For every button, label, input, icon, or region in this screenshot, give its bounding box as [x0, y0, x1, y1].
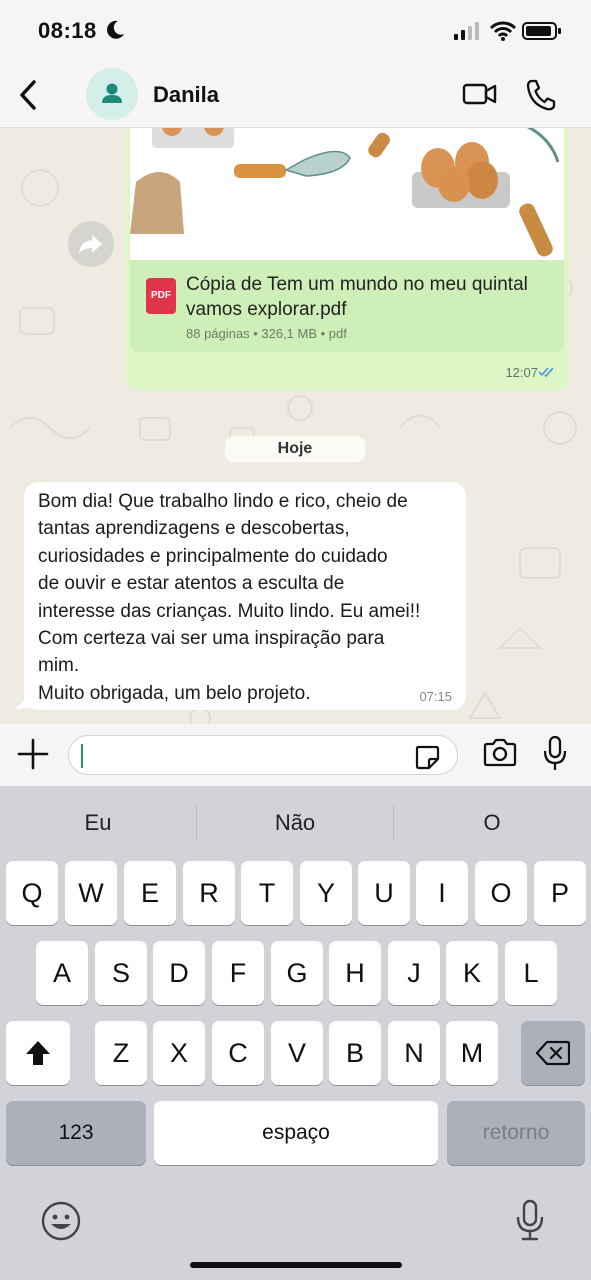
- key-a[interactable]: A: [36, 941, 88, 1005]
- sticker-icon[interactable]: [413, 743, 441, 771]
- person-icon: [102, 83, 122, 103]
- suggestion-2[interactable]: Não: [197, 810, 393, 836]
- key-q[interactable]: Q: [6, 861, 58, 925]
- backspace-key[interactable]: [521, 1021, 585, 1085]
- document-attachment[interactable]: PDF Cópia de Tem um mundo no meu quintal…: [130, 260, 564, 352]
- key-p[interactable]: P: [534, 861, 586, 925]
- status-time: 08:18: [38, 18, 97, 43]
- shift-arrow-icon: [26, 1041, 50, 1065]
- chat-area[interactable]: PDF Cópia de Tem um mundo no meu quintal…: [0, 128, 591, 736]
- key-b[interactable]: B: [329, 1021, 381, 1085]
- key-h[interactable]: H: [329, 941, 381, 1005]
- document-preview-image[interactable]: [130, 128, 564, 260]
- forward-arrow-icon: [79, 235, 102, 254]
- key-t[interactable]: T: [241, 861, 293, 925]
- date-separator: Hoje: [225, 436, 365, 462]
- key-i[interactable]: I: [416, 861, 468, 925]
- moon-icon: [107, 20, 124, 39]
- message-input[interactable]: [68, 735, 458, 775]
- key-f[interactable]: F: [212, 941, 264, 1005]
- microphone-icon[interactable]: [542, 735, 568, 773]
- key-s[interactable]: S: [95, 941, 147, 1005]
- backspace-icon: [535, 1040, 571, 1066]
- key-g[interactable]: G: [271, 941, 323, 1005]
- key-u[interactable]: U: [358, 861, 410, 925]
- key-w[interactable]: W: [65, 861, 117, 925]
- document-file-meta: 88 páginas • 326,1 MB • pdf: [186, 326, 347, 341]
- shift-key[interactable]: [6, 1021, 70, 1085]
- key-n[interactable]: N: [388, 1021, 440, 1085]
- contact-name[interactable]: Danila: [153, 82, 219, 108]
- avatar[interactable]: [86, 68, 138, 120]
- key-v[interactable]: V: [271, 1021, 323, 1085]
- voice-call-icon[interactable]: [525, 78, 557, 112]
- key-z[interactable]: Z: [95, 1021, 147, 1085]
- back-chevron-icon[interactable]: [14, 78, 44, 112]
- battery-icon: [522, 22, 561, 40]
- key-j[interactable]: J: [388, 941, 440, 1005]
- document-file-name: Cópia de Tem um mundo no meu quintal vam…: [186, 274, 528, 320]
- incoming-message[interactable]: Bom dia! Que trabalho lindo e rico, chei…: [24, 482, 466, 710]
- chat-header: Danila: [0, 62, 591, 128]
- numbers-key[interactable]: 123: [6, 1101, 146, 1165]
- key-k[interactable]: K: [446, 941, 498, 1005]
- key-x[interactable]: X: [153, 1021, 205, 1085]
- pdf-file-icon: PDF: [146, 278, 176, 314]
- outgoing-document-message[interactable]: PDF Cópia de Tem um mundo no meu quintal…: [126, 128, 568, 390]
- plus-icon[interactable]: [16, 737, 50, 771]
- suggestion-1[interactable]: Eu: [0, 810, 196, 836]
- text-cursor: [81, 744, 83, 768]
- return-key[interactable]: retorno: [447, 1101, 585, 1165]
- key-e[interactable]: E: [124, 861, 176, 925]
- key-c[interactable]: C: [212, 1021, 264, 1085]
- key-l[interactable]: L: [505, 941, 557, 1005]
- key-o[interactable]: O: [475, 861, 527, 925]
- space-key[interactable]: espaço: [154, 1101, 438, 1165]
- home-indicator: [190, 1262, 402, 1268]
- baking-illustration: [130, 128, 560, 257]
- read-receipt-icon: [538, 367, 554, 378]
- wifi-icon: [490, 21, 516, 41]
- key-y[interactable]: Y: [300, 861, 352, 925]
- composer-bar: [0, 724, 591, 786]
- outgoing-message-time: 12:07: [505, 365, 538, 380]
- key-m[interactable]: M: [446, 1021, 498, 1085]
- forward-button[interactable]: [68, 221, 114, 267]
- status-bar: 08:18: [0, 0, 591, 62]
- incoming-message-time: 07:15: [419, 689, 452, 704]
- camera-icon[interactable]: [482, 738, 518, 768]
- video-call-icon[interactable]: [462, 80, 498, 108]
- dictation-microphone-icon[interactable]: [514, 1198, 546, 1242]
- incoming-message-text: Bom dia! Que trabalho lindo e rico, chei…: [38, 491, 421, 704]
- key-d[interactable]: D: [153, 941, 205, 1005]
- suggestion-3[interactable]: O: [394, 810, 590, 836]
- key-r[interactable]: R: [183, 861, 235, 925]
- cellular-signal-icon: [454, 22, 479, 40]
- emoji-icon[interactable]: [40, 1200, 82, 1242]
